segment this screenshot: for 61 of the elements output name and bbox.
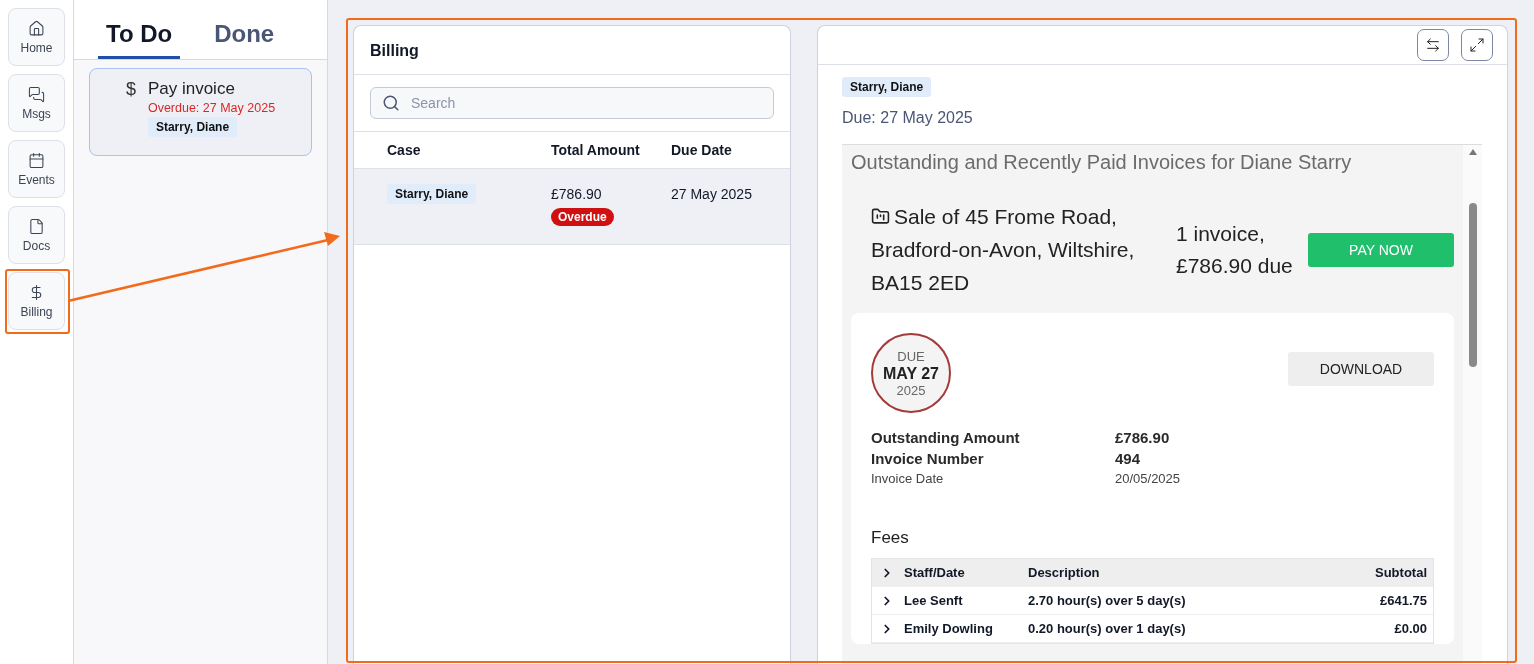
column-header: Due Date	[671, 141, 733, 160]
case-tag: Starry, Diane	[147, 117, 238, 137]
table-cell-text: £641.75	[1379, 593, 1427, 608]
up-arrow-icon[interactable]	[1468, 149, 1477, 155]
nav-button[interactable]: Events	[8, 140, 65, 198]
column-header: Staff/Date	[904, 565, 966, 580]
due-text: Due: 27 May 2025	[842, 109, 973, 127]
field-label: Invoice Date	[871, 471, 945, 486]
expand-icon	[1469, 37, 1485, 53]
home-icon	[28, 19, 45, 37]
invoice-summary: 1 invoice, £786.90 due	[1176, 220, 1294, 279]
tab[interactable]: Done	[206, 18, 283, 59]
tab[interactable]: To Do	[98, 18, 181, 59]
table-cell-text: 0.20 hour(s) over 1 day(s)	[1028, 621, 1187, 636]
table-row[interactable]: Starry, Diane £786.90 Overdue 27 May 2025	[354, 169, 790, 245]
calendar-icon	[28, 151, 45, 169]
overdue-date: Overdue: 27 May 2025	[147, 101, 276, 115]
statement-heading: Outstanding and Recently Paid Invoices for Diane Starry	[851, 150, 1353, 174]
field-label: Invoice Number	[871, 450, 985, 467]
due-label: DUE	[897, 347, 925, 365]
nav-button[interactable]: Home	[8, 8, 65, 66]
search-icon	[382, 94, 400, 112]
horizontal-arrows-icon	[1425, 37, 1441, 53]
panel-title: Billing	[354, 26, 790, 75]
fees-title: Fees	[871, 528, 910, 548]
field-value: £786.90	[1115, 429, 1171, 446]
case-tag: Starry, Diane	[842, 77, 932, 97]
matter-title: Sale of 45 Frome Road, Bradford-on-Avon, Wiltshire, BA15 2ED	[871, 204, 1136, 296]
scrollbar-thumb[interactable]	[1468, 203, 1477, 367]
search-field[interactable]: Search	[370, 87, 774, 119]
due-year: 2025	[896, 381, 926, 399]
nav-button[interactable]: Msgs	[8, 74, 65, 132]
overdue-badge: Overdue	[551, 208, 614, 226]
task-title: Pay invoice	[147, 79, 235, 99]
table-cell-text: 2.70 hour(s) over 5 day(s)	[1028, 593, 1187, 608]
task-card[interactable]: $ Pay invoice Overdue: 27 May 2025 Starry, Diane	[89, 68, 312, 156]
download-button[interactable]: DOWNLOAD	[1288, 352, 1434, 386]
table-cell-text: Lee Senft	[904, 593, 964, 608]
column-header: Subtotal	[1374, 565, 1427, 580]
due-day: MAY 27	[882, 364, 939, 382]
chat-icon	[28, 85, 45, 103]
folder-icon	[871, 207, 890, 226]
highlight-frame	[5, 269, 70, 334]
column-header: Total Amount	[551, 141, 641, 160]
document-icon	[28, 217, 45, 235]
nav-button[interactable]: Docs	[8, 206, 65, 264]
column-header: Description	[1028, 565, 1101, 580]
field-value: 20/05/2025	[1115, 471, 1182, 486]
table-cell-text: £0.00	[1393, 621, 1427, 636]
due-date-text: 27 May 2025	[671, 186, 752, 202]
nav-button[interactable]: Billing	[8, 272, 65, 330]
column-header: Case	[387, 141, 422, 160]
field-value: 494	[1115, 450, 1142, 467]
amount-text: £786.90	[551, 186, 602, 202]
dollar-sign: $	[125, 79, 136, 101]
case-tag: Starry, Diane	[387, 184, 477, 204]
expand-button[interactable]	[1461, 29, 1493, 61]
table-cell-text: Emily Dowling	[904, 621, 994, 636]
scrollbar[interactable]	[1463, 145, 1482, 664]
resize-button[interactable]	[1417, 29, 1449, 61]
field-label: Outstanding Amount	[871, 429, 1021, 446]
